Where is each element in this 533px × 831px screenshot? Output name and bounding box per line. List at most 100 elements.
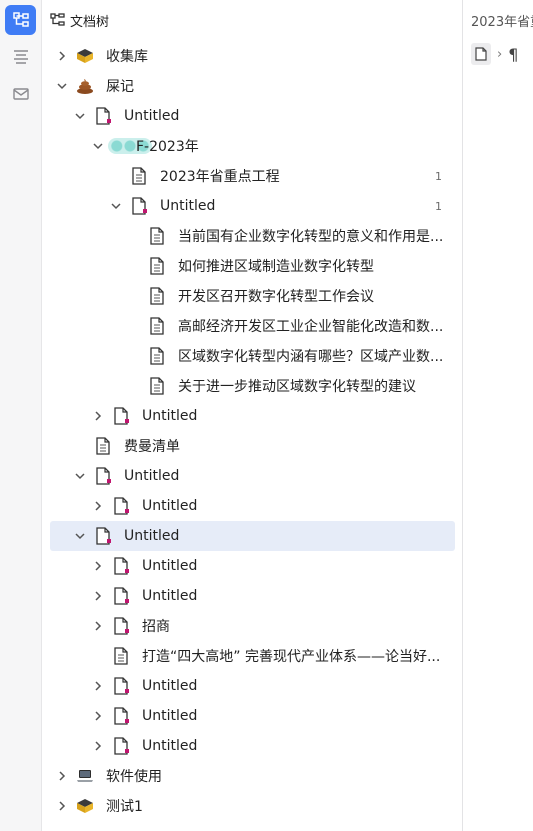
tree-row[interactable]: 如何推进区域制造业数字化转型: [42, 251, 462, 281]
tree-row[interactable]: 2023年省重点工程 1: [42, 161, 462, 191]
tree-item-label: 软件使用: [106, 769, 162, 785]
tree-item-label: Untitled: [124, 528, 180, 544]
file-icon[interactable]: [94, 437, 112, 455]
doc-tree: 收集库 屎记 Untitled F-2023年 2023年省重点工程 1 Untitled 1…: [42, 41, 462, 821]
tree-row[interactable]: 费曼清单: [42, 431, 462, 461]
tree-item-label: Untitled: [142, 408, 198, 424]
file-icon[interactable]: [148, 347, 166, 365]
poop-icon[interactable]: [76, 77, 94, 95]
chevron-down-icon[interactable]: [73, 529, 87, 543]
doc-tree-icon[interactable]: [5, 5, 36, 35]
doc-icon[interactable]: [94, 107, 112, 125]
doc-icon[interactable]: [112, 557, 130, 575]
chevron-right-icon[interactable]: [91, 499, 105, 513]
tree-row[interactable]: Untitled: [42, 581, 462, 611]
file-icon[interactable]: [148, 317, 166, 335]
doc-icon[interactable]: [112, 677, 130, 695]
chevron-right-icon[interactable]: [91, 739, 105, 753]
tree-row[interactable]: Untitled: [42, 731, 462, 761]
box-icon[interactable]: [76, 47, 94, 65]
laptop-icon[interactable]: [76, 767, 94, 785]
child-count: 1: [435, 169, 442, 183]
tree-row[interactable]: 收集库: [42, 41, 462, 71]
file-icon[interactable]: [148, 257, 166, 275]
tree-item-label: Untitled: [142, 738, 198, 754]
tree-row[interactable]: 屎记: [42, 71, 462, 101]
tree-item-label: 区域数字化转型内涵有哪些？区域产业数...: [178, 349, 444, 365]
chevron-down-icon[interactable]: [73, 469, 87, 483]
tree-row[interactable]: 打造“四大高地” 完善现代产业体系——论当好...: [42, 641, 462, 671]
tree-item-label: Untitled: [142, 708, 198, 724]
tree-item-label: F-2023年: [136, 139, 199, 155]
chevron-right-icon[interactable]: [55, 799, 69, 813]
editor-tab-title[interactable]: 2023年省重点工程: [471, 11, 533, 30]
inbox-icon[interactable]: [5, 79, 36, 109]
tree-item-label: Untitled: [142, 588, 198, 604]
doc-tree-panel: 文档树 收集库 屎记 Untitled F-2023年 2023年省重点工程 1 Untit…: [42, 0, 462, 831]
doc-icon[interactable]: [112, 617, 130, 635]
box-icon[interactable]: [76, 797, 94, 815]
chevron-right-icon: ›: [497, 46, 503, 62]
file-icon[interactable]: [148, 377, 166, 395]
tree-row[interactable]: Untitled: [42, 551, 462, 581]
file-icon[interactable]: [112, 647, 130, 665]
chevron-right-icon[interactable]: [91, 709, 105, 723]
tree-row[interactable]: Untitled: [42, 101, 462, 131]
file-icon[interactable]: [130, 167, 148, 185]
file-icon[interactable]: [148, 227, 166, 245]
tree-item-label: 高邮经济开发区工业企业智能化改造和数...: [178, 319, 444, 335]
panel-title: 文档树: [70, 14, 110, 30]
left-icon-rail: [0, 0, 42, 831]
doc-icon[interactable]: [94, 527, 112, 545]
chevron-down-icon[interactable]: [55, 79, 69, 93]
chevron-down-icon[interactable]: [91, 139, 105, 153]
chevron-right-icon[interactable]: [91, 559, 105, 573]
tree-row[interactable]: Untitled: [50, 521, 455, 551]
doc-icon[interactable]: [94, 467, 112, 485]
child-count: 1: [435, 199, 442, 213]
paragraph-icon[interactable]: ¶: [508, 45, 518, 64]
doc-icon[interactable]: [112, 497, 130, 515]
tree-row[interactable]: 开发区召开数字化转型工作会议: [42, 281, 462, 311]
doc-icon[interactable]: [112, 707, 130, 725]
tree-row[interactable]: Untitled: [42, 701, 462, 731]
tree-row[interactable]: 当前国有企业数字化转型的意义和作用是...: [42, 221, 462, 251]
doc-icon[interactable]: [112, 737, 130, 755]
file-icon[interactable]: [148, 287, 166, 305]
chevron-right-icon[interactable]: [91, 619, 105, 633]
tree-row[interactable]: Untitled: [42, 491, 462, 521]
tree-row[interactable]: Untitled: [42, 401, 462, 431]
chevron-right-icon[interactable]: [91, 589, 105, 603]
tree-row[interactable]: Untitled: [42, 461, 462, 491]
file-icon[interactable]: [471, 43, 491, 65]
tree-item-label: 费曼清单: [124, 439, 180, 455]
tree-row[interactable]: 高邮经济开发区工业企业智能化改造和数...: [42, 311, 462, 341]
doc-icon[interactable]: [112, 587, 130, 605]
tree-row[interactable]: 区域数字化转型内涵有哪些？区域产业数...: [42, 341, 462, 371]
doc-icon[interactable]: [130, 197, 148, 215]
tree-row[interactable]: 软件使用: [42, 761, 462, 791]
tree-icon: [50, 13, 65, 26]
chevron-right-icon[interactable]: [55, 49, 69, 63]
tree-item-label: Untitled: [142, 558, 198, 574]
chevron-right-icon[interactable]: [55, 769, 69, 783]
editor-area: 2023年省重点工程 › ¶: [463, 0, 533, 831]
tree-row[interactable]: F-2023年: [42, 131, 462, 161]
tree-item-label: 2023年省重点工程: [160, 169, 280, 185]
chevron-right-icon[interactable]: [91, 679, 105, 693]
tree-item-label: 招商: [142, 619, 170, 635]
chevron-down-icon[interactable]: [73, 109, 87, 123]
tree-row[interactable]: Untitled: [42, 671, 462, 701]
tree-item-label: Untitled: [142, 498, 198, 514]
tree-item-label: 屎记: [106, 79, 134, 95]
tree-row[interactable]: 测试1: [42, 791, 462, 821]
doc-icon[interactable]: [112, 407, 130, 425]
chevron-down-icon[interactable]: [109, 199, 123, 213]
tree-row[interactable]: 招商: [42, 611, 462, 641]
outline-icon[interactable]: [5, 42, 36, 72]
chevron-right-icon[interactable]: [91, 409, 105, 423]
tree-item-label: 打造“四大高地” 完善现代产业体系——论当好...: [142, 649, 441, 665]
tree-row[interactable]: 关于进一步推动区域数字化转型的建议: [42, 371, 462, 401]
tree-item-label: 如何推进区域制造业数字化转型: [178, 259, 374, 275]
tree-row[interactable]: Untitled 1: [42, 191, 462, 221]
